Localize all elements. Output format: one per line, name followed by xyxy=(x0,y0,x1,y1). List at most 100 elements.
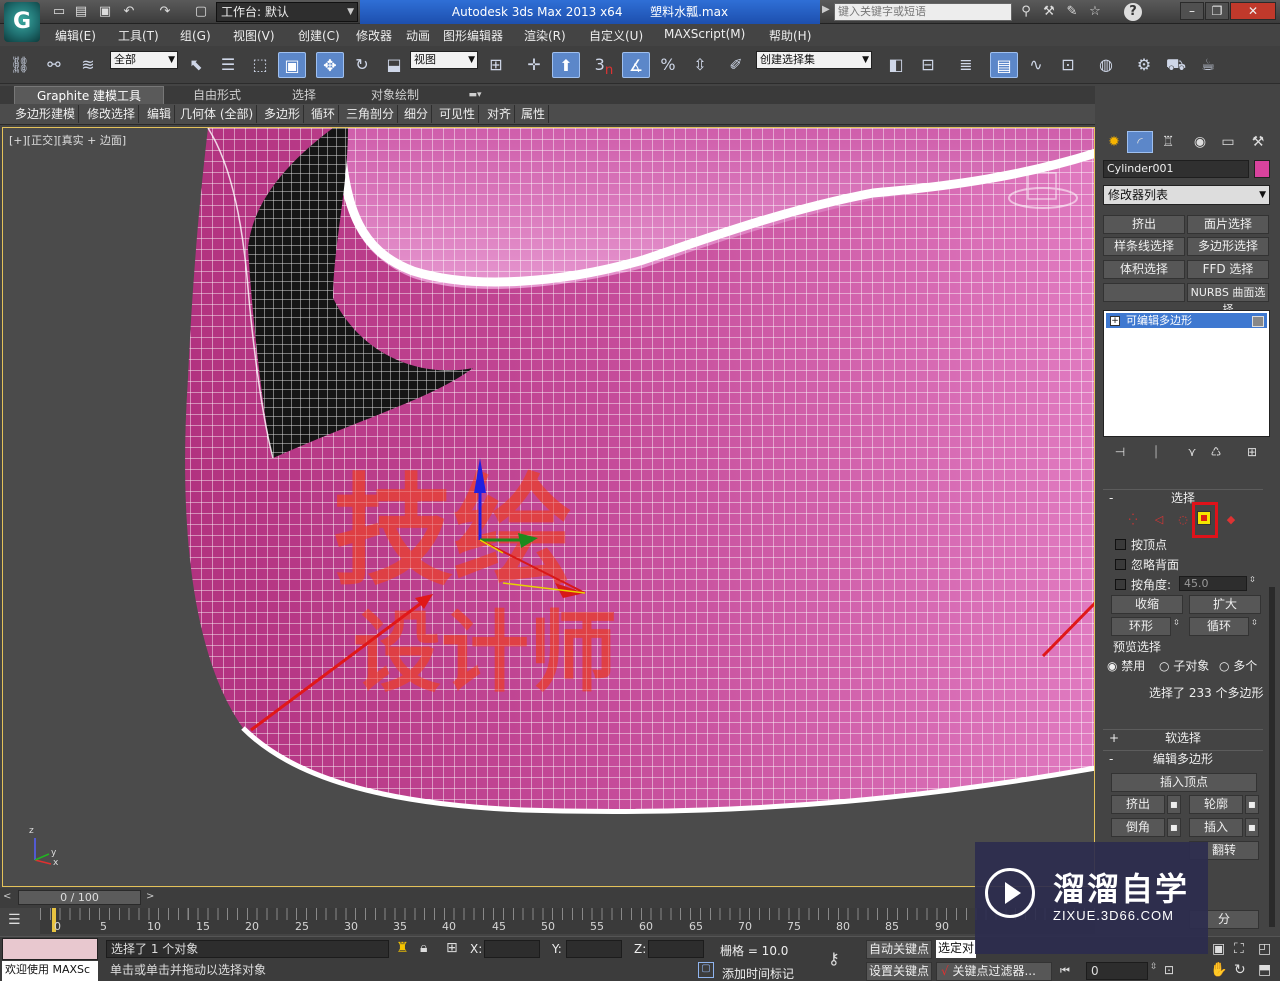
binoculars-icon[interactable]: ⚲ xyxy=(1017,3,1035,21)
selection-rollout-header[interactable]: - 选择 xyxy=(1103,489,1263,505)
rendered-frame-icon[interactable]: ⛟ xyxy=(1162,52,1190,78)
help-icon[interactable]: ? xyxy=(1124,3,1142,21)
zoom-extents-icon[interactable]: ▣ xyxy=(1212,941,1225,957)
ribbon-geometry-all[interactable]: 几何体 (全部) xyxy=(177,105,258,123)
frame-spinner-icon[interactable]: ⇳ xyxy=(1150,962,1158,972)
time-tag-icon[interactable]: ▢ xyxy=(698,962,714,978)
angle-input[interactable]: 45.0 xyxy=(1179,576,1247,591)
outline-settings-button[interactable]: ▪ xyxy=(1245,795,1259,814)
link-icon[interactable]: ⛓ xyxy=(6,52,34,78)
spinner-snap-icon[interactable]: ⇳ xyxy=(686,52,714,78)
menu-customize[interactable]: 自定义(U) xyxy=(589,27,643,44)
edit-polygons-rollout-header[interactable]: - 编辑多边形 xyxy=(1103,750,1263,766)
time-prev-icon[interactable]: < xyxy=(3,891,11,902)
redo-icon[interactable]: ↷ xyxy=(156,3,174,21)
border-subobject-icon[interactable]: ◌ xyxy=(1173,512,1193,528)
percent-snap-icon[interactable]: % xyxy=(654,52,682,78)
element-subobject-icon[interactable]: ◆ xyxy=(1221,512,1241,528)
selected-object-dropdown[interactable]: 选定对 xyxy=(936,940,976,958)
select-move-icon[interactable]: ✥ xyxy=(316,52,344,78)
ignore-backfacing-checkbox[interactable] xyxy=(1115,559,1126,570)
inset-button[interactable]: 插入 xyxy=(1189,818,1243,837)
modifier-stack[interactable]: + 可编辑多边形 xyxy=(1103,310,1270,437)
z-coord-input[interactable] xyxy=(648,940,704,958)
field-of-view-icon[interactable]: ◰ xyxy=(1258,941,1271,957)
window-crossing-icon[interactable]: ▣ xyxy=(278,52,306,78)
stack-item-toggle-icon[interactable] xyxy=(1252,316,1264,327)
subscription-icon[interactable]: ⚒ xyxy=(1040,3,1058,21)
workspace-select[interactable]: 工作台: 默认 ▼ xyxy=(216,2,358,22)
time-config-icon[interactable]: ⊡ xyxy=(1164,963,1174,977)
tab-graphite-modeling[interactable]: Graphite 建模工具 xyxy=(14,86,164,104)
ribbon-polygon-modeling[interactable]: 多边形建模 xyxy=(12,105,80,123)
tab-freeform[interactable]: 自由形式 xyxy=(172,86,262,104)
ribbon-modify-selection[interactable]: 修改选择 xyxy=(84,105,140,123)
menu-views[interactable]: 视图(V) xyxy=(233,27,275,44)
extrude-settings-button[interactable]: ▪ xyxy=(1167,795,1181,814)
x-coord-input[interactable] xyxy=(484,940,540,958)
edge-subobject-icon[interactable]: ◁ xyxy=(1149,512,1169,528)
select-object-icon[interactable]: ⬉ xyxy=(182,52,210,78)
set-key-icon[interactable]: ⚷ xyxy=(828,949,840,968)
menu-rendering[interactable]: 渲染(R) xyxy=(524,27,566,44)
menu-create[interactable]: 创建(C) xyxy=(298,27,340,44)
pivot-center-icon[interactable]: ⊞ xyxy=(482,52,510,78)
favorites-star-icon[interactable]: ☆ xyxy=(1086,3,1104,21)
select-rotate-icon[interactable]: ↻ xyxy=(348,52,376,78)
ribbon-align[interactable]: 对齐 xyxy=(484,105,516,123)
expand-search-icon[interactable]: ▶ xyxy=(822,4,830,15)
rect-selection-region-icon[interactable]: ⬚ xyxy=(246,52,274,78)
display-tab-icon[interactable]: ▭ xyxy=(1215,131,1241,153)
time-next-icon[interactable]: > xyxy=(146,891,154,902)
app-logo-icon[interactable]: G xyxy=(4,2,40,42)
by-angle-checkbox[interactable] xyxy=(1115,579,1126,590)
pin-stack-icon[interactable]: ⊣ xyxy=(1111,445,1129,461)
transform-mode-icon[interactable]: ⊞ xyxy=(446,940,458,956)
show-end-result-icon[interactable]: ⏐ xyxy=(1147,445,1165,461)
bevel-button[interactable]: 倒角 xyxy=(1111,818,1165,837)
preview-disabled-radio[interactable]: ◉ 禁用 xyxy=(1107,657,1145,674)
mirror-icon[interactable]: ◧ xyxy=(882,52,910,78)
patch-select-button[interactable]: 面片选择 xyxy=(1187,215,1269,234)
command-panel-scrollbar[interactable] xyxy=(1269,587,1275,927)
curve-editor-icon[interactable]: ∿ xyxy=(1022,52,1050,78)
named-selection-dropdown[interactable]: 创建选择集 ▼ xyxy=(756,51,872,69)
select-scale-icon[interactable]: ⬓ xyxy=(380,52,408,78)
configure-modifier-sets-icon[interactable]: ⊞ xyxy=(1243,445,1261,461)
ribbon-properties[interactable]: 属性 xyxy=(518,105,550,123)
close-button[interactable]: ✕ xyxy=(1230,2,1276,20)
menu-group[interactable]: 组(G) xyxy=(180,27,211,44)
remove-modifier-icon[interactable]: ♺ xyxy=(1207,445,1225,461)
motion-tab-icon[interactable]: ◉ xyxy=(1187,131,1213,153)
loop-spinner-icon[interactable]: ⇳ xyxy=(1251,618,1258,627)
menu-modifiers[interactable]: 修改器 xyxy=(356,27,392,44)
by-vertex-checkbox[interactable] xyxy=(1115,539,1126,550)
render-setup-icon[interactable]: ⚙ xyxy=(1130,52,1158,78)
goto-start-icon[interactable]: ⏮ xyxy=(1060,964,1070,978)
ribbon-subdivision[interactable]: 细分 xyxy=(401,105,433,123)
pan-view-icon[interactable]: ✋ xyxy=(1210,962,1227,978)
project-folder-icon[interactable]: ▢ xyxy=(192,3,210,21)
auto-key-button[interactable]: 自动关键点 xyxy=(866,940,932,959)
viewport-label[interactable]: [+][正交][真实 + 边面] xyxy=(9,132,126,148)
keyboard-shortcut-override-icon[interactable]: ⬆ xyxy=(552,52,580,78)
outline-button[interactable]: 轮廓 xyxy=(1189,795,1243,814)
maxscript-listener-mini[interactable] xyxy=(2,938,98,960)
new-file-icon[interactable]: ▭ xyxy=(50,3,68,21)
add-time-tag[interactable]: 添加时间标记 xyxy=(722,965,794,981)
tab-object-paint[interactable]: 对象绘制 xyxy=(350,86,440,104)
track-bar[interactable]: 0 5 10 15 20 25 30 35 40 45 50 55 60 65 … xyxy=(40,908,1095,934)
empty-modifier-button[interactable] xyxy=(1103,283,1185,302)
bind-space-warp-icon[interactable]: ≋ xyxy=(74,52,102,78)
layer-manager-icon[interactable]: ≣ xyxy=(952,52,980,78)
object-color-swatch[interactable] xyxy=(1254,160,1270,178)
current-frame-input[interactable]: 0 xyxy=(1086,962,1148,980)
minimize-button[interactable]: – xyxy=(1180,2,1204,20)
schematic-view-icon[interactable]: ⊡ xyxy=(1054,52,1082,78)
ring-button[interactable]: 环形 xyxy=(1111,617,1171,636)
modifier-list-dropdown[interactable]: 修改器列表 ▼ xyxy=(1103,185,1270,205)
ribbon-tris[interactable]: 三角剖分 xyxy=(343,105,399,123)
undo-icon[interactable]: ↶ xyxy=(120,3,138,21)
time-slider[interactable]: < 0 / 100 > xyxy=(0,888,1095,908)
reference-coordinate-dropdown[interactable]: 视图 ▼ xyxy=(410,51,478,69)
